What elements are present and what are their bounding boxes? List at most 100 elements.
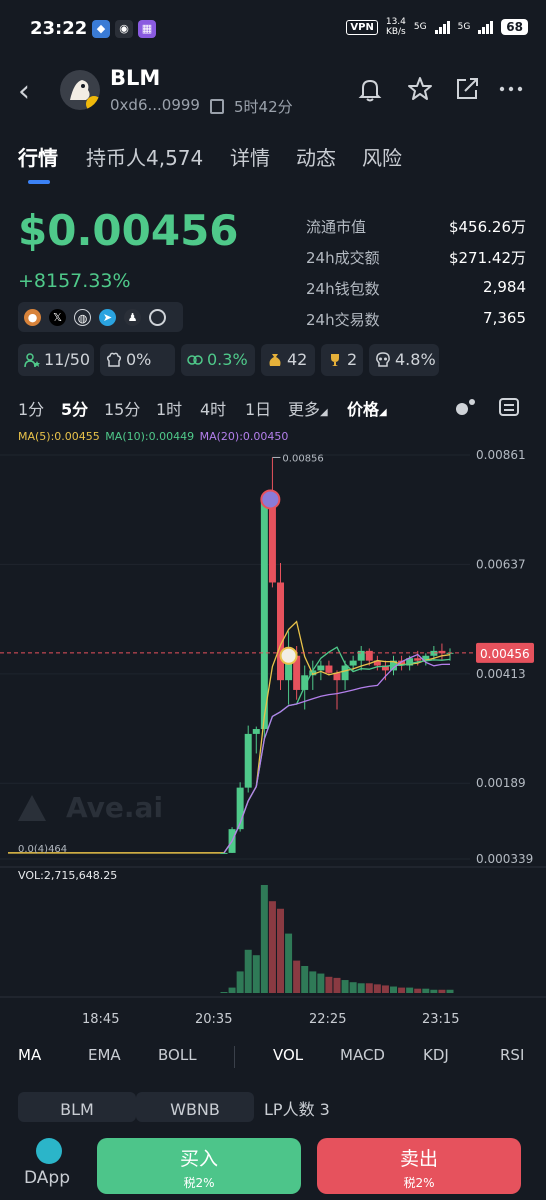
y-tick-label: 0.00861 [476, 448, 526, 462]
tab-activity[interactable]: 动态 [296, 142, 336, 171]
y-tick-label: 0.000339 [476, 852, 533, 866]
interval-1m[interactable]: 1分 [18, 396, 44, 420]
chart-tools-icon[interactable] [454, 396, 478, 418]
sell-label: 卖出 [399, 1148, 438, 1170]
chef-hat-icon [106, 352, 122, 367]
low-label: 0.0(4)464 [18, 844, 67, 855]
pair-quote[interactable]: WBNB [136, 1092, 254, 1122]
interval-1d[interactable]: 1日 [245, 396, 271, 420]
indicator-divider [234, 1046, 235, 1068]
indicator-ema[interactable]: EMA [88, 1046, 121, 1064]
interval-5m[interactable]: 5分 [61, 396, 88, 420]
candle-body [220, 852, 228, 854]
badge-rug-risk[interactable]: 4.8% [369, 344, 439, 376]
sell-tax: 税2% [403, 1176, 435, 1190]
wechat-icon: ◉ [115, 20, 133, 38]
dapp-label[interactable]: DApp [24, 1168, 70, 1188]
ma5-value: MA(5):0.00455 [18, 430, 100, 443]
indicator-rsi[interactable]: RSI [500, 1046, 524, 1064]
volume-bar [406, 987, 414, 993]
interval-15m[interactable]: 15分 [104, 396, 140, 420]
badge-smart-money[interactable]: 42 [261, 344, 315, 376]
chart-settings-icon[interactable] [497, 396, 521, 418]
coin-stack-icon[interactable]: ● [24, 308, 41, 326]
y-tick-label: 0.00189 [476, 776, 526, 790]
volume-bar [301, 966, 309, 993]
current-price-label: 0.00456 [480, 647, 530, 661]
social-links: ● 𝕏 ◍ ➤ ♟ [18, 302, 183, 332]
badge-top-holders[interactable]: 11/50 [18, 344, 94, 376]
tab-market[interactable]: 行情 [18, 142, 58, 171]
volume-bar [325, 976, 333, 993]
candle-body [252, 729, 260, 734]
buy-label: 买入 [179, 1148, 218, 1170]
candle-body [341, 665, 349, 681]
globe-icon[interactable]: ◍ [74, 308, 91, 326]
volume-bar [244, 949, 252, 993]
tab-holders[interactable]: 持币人4,574 [86, 142, 203, 171]
telegram-icon[interactable]: ➤ [99, 308, 116, 326]
metric-trades-24h: 24h交易数 7,365 [306, 309, 526, 329]
indicator-ma[interactable]: MA [18, 1046, 41, 1064]
volume-bar [341, 980, 349, 993]
copy-icon[interactable] [210, 99, 224, 114]
volume-bar [268, 901, 276, 993]
candle-body [260, 499, 268, 730]
volume-bar [398, 987, 406, 993]
bell-icon[interactable] [355, 74, 385, 104]
volume-bars: VOL:2,715,648.25 [18, 869, 454, 993]
bnb-chain-icon [86, 96, 100, 110]
price-chart[interactable]: Ave.ai 0.00456 0.00856 0.0(4)464 VOL:2,715… [0, 445, 546, 1005]
volume-bar [381, 985, 389, 993]
tab-risk[interactable]: 风险 [362, 142, 402, 171]
watermark-text: Ave.ai [66, 791, 163, 824]
volume-bar [293, 960, 301, 993]
sell-button[interactable]: 卖出 税2% [317, 1138, 521, 1194]
money-bag-icon [269, 354, 281, 366]
interval-1h[interactable]: 1时 [156, 396, 182, 420]
ma-lines [223, 620, 451, 854]
more-icon[interactable] [496, 74, 526, 104]
volume-bar [317, 973, 325, 993]
volume-bar [349, 982, 357, 993]
interval-more[interactable]: 更多◢ [288, 396, 328, 420]
candle-body [277, 582, 284, 681]
volume-bar [438, 989, 446, 993]
price-mode-select[interactable]: 价格◢ [347, 396, 387, 420]
indicator-tabs: MA EMA BOLL VOL MACD KDJ RSI [0, 1046, 546, 1070]
tab-details[interactable]: 详情 [230, 142, 270, 171]
interval-selector: 1分 5分 15分 1时 4时 1日 更多◢ 价格◢ [0, 396, 546, 420]
back-button[interactable]: ‹ [18, 74, 30, 109]
pair-base[interactable]: BLM [18, 1092, 136, 1122]
volume-bar [277, 908, 284, 993]
ma20-value: MA(20):0.00450 [199, 430, 289, 443]
volume-bar [260, 885, 268, 993]
indicator-macd[interactable]: MACD [340, 1046, 385, 1064]
qq-icon[interactable]: ♟ [124, 308, 141, 326]
status-time: 23:22 [30, 18, 88, 39]
volume-bar [446, 989, 454, 993]
share-icon[interactable] [452, 74, 482, 104]
main-tabs: 行情 持币人4,574 详情 动态 风险 [0, 138, 546, 188]
volume-bar [285, 933, 293, 993]
dapp-icon[interactable] [36, 1138, 62, 1164]
volume-bar [414, 988, 422, 993]
badge-dev-hold[interactable]: 0% [100, 344, 175, 376]
users-star-icon [24, 353, 40, 368]
token-header: ‹ BLM 0xd6...0999 5时42分 [0, 62, 546, 122]
indicator-boll[interactable]: BOLL [158, 1046, 197, 1064]
candle-body [317, 665, 325, 671]
interval-4h[interactable]: 4时 [200, 396, 226, 420]
buy-button[interactable]: 买入 税2% [97, 1138, 301, 1194]
candle-body [268, 499, 276, 583]
trade-marker-icon [279, 646, 298, 665]
x-icon[interactable]: 𝕏 [49, 308, 66, 326]
y-tick-label: 0.00637 [476, 557, 526, 571]
search-icon[interactable] [149, 308, 166, 326]
candle-body [325, 665, 333, 673]
badge-insider[interactable]: 0.3% [181, 344, 255, 376]
star-icon[interactable] [405, 74, 435, 104]
badge-top-traders[interactable]: 2 [321, 344, 363, 376]
indicator-kdj[interactable]: KDJ [423, 1046, 449, 1064]
indicator-vol[interactable]: VOL [273, 1046, 303, 1064]
